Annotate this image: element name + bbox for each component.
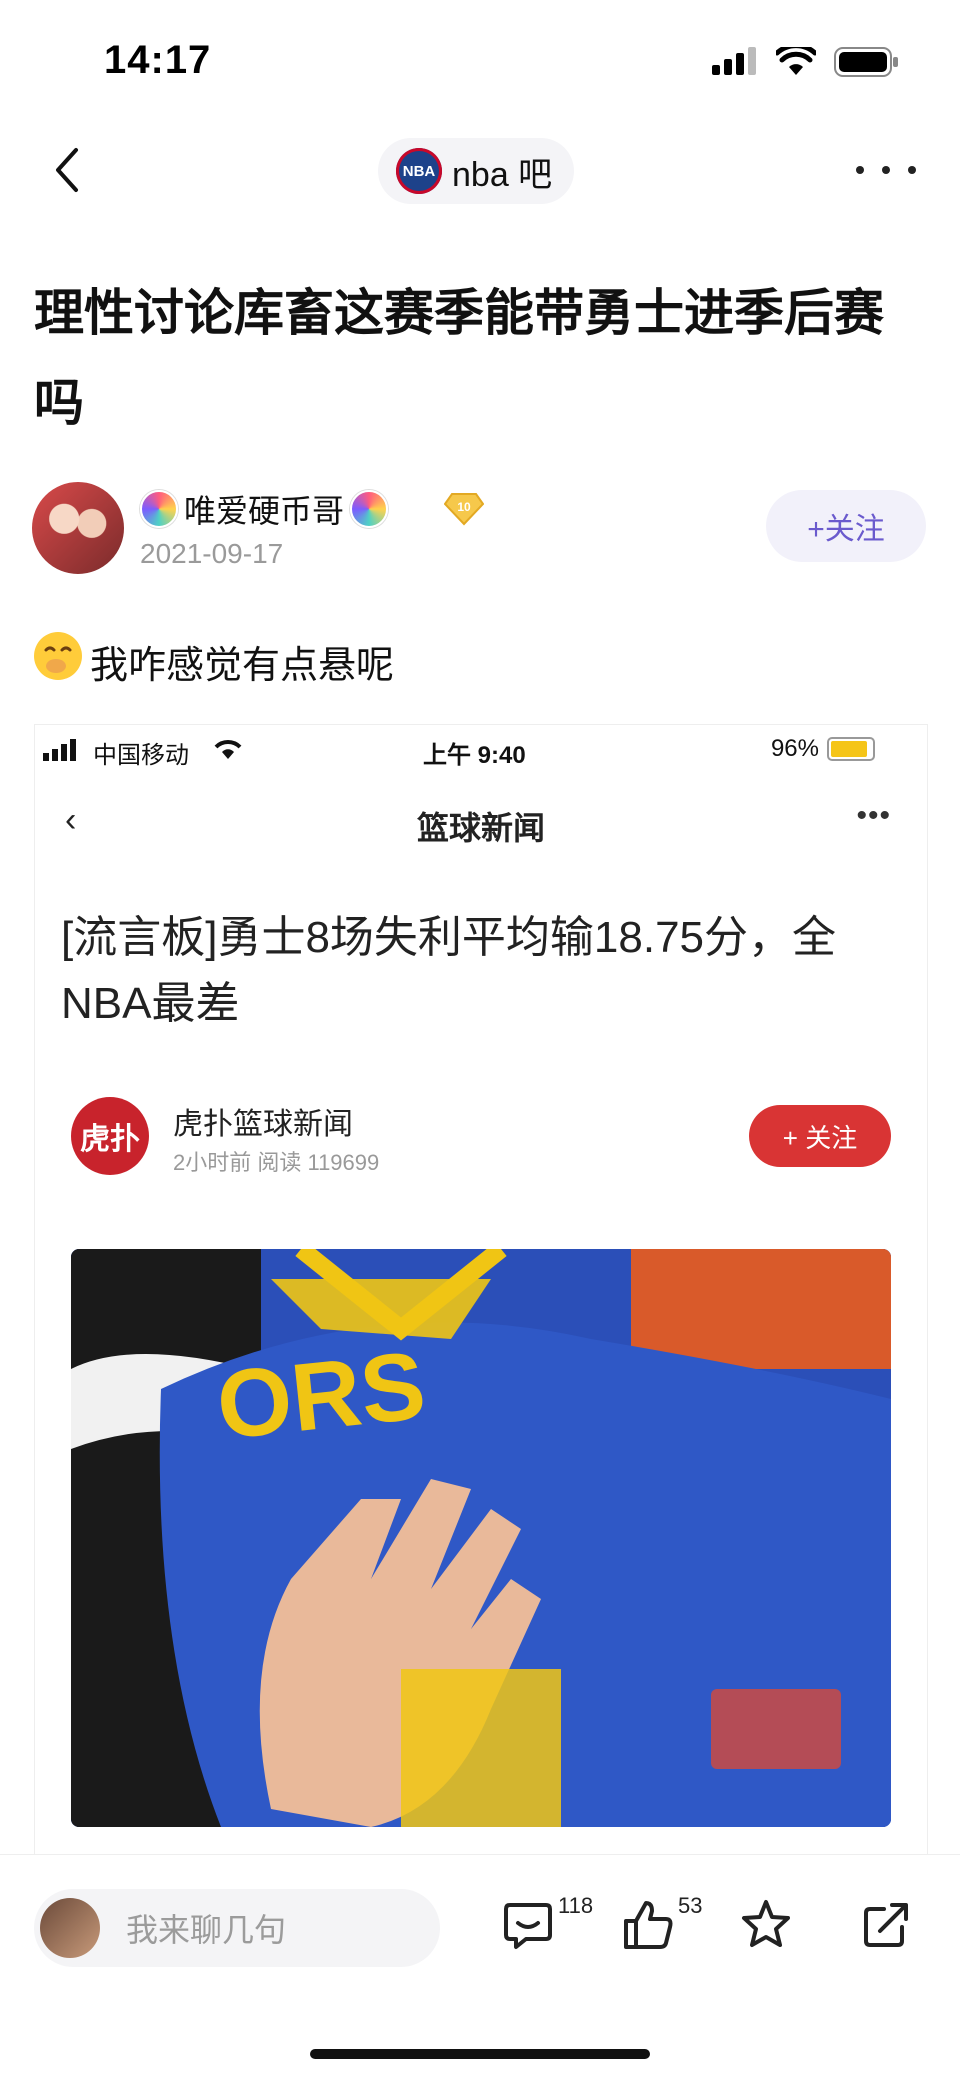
embedded-headline: [流言板]勇士8场失利平均输18.75分，全NBA最差 [61,913,837,1028]
status-icons [710,46,900,78]
cellular-signal-icon [43,739,76,761]
embedded-battery-percent: 96% [770,735,819,762]
level-badge-icon: 10 [444,493,484,526]
wifi-icon [214,740,242,759]
nba-logo-icon: NBA [396,148,442,194]
towel-lettering: ORS [212,1332,430,1460]
bottom-action-bar: 我来聊几句 118 53 [0,1854,960,2079]
forum-name: nba 吧 [452,155,553,194]
reply-input[interactable]: 我来聊几句 [34,1889,440,1967]
comment-icon [504,1903,552,1949]
thumbs-up-icon [624,1901,673,1949]
back-button[interactable] [46,140,86,200]
comment-count: 118 [558,1893,594,1918]
avatar [30,480,126,576]
star-icon [742,1900,790,1947]
hupu-logo-icon: 虎扑 [71,1097,149,1175]
author-avatar[interactable] [30,480,126,576]
share-icon [864,1903,908,1947]
like-count: 53 [678,1893,703,1918]
post-date: 2021-09-17 [140,538,284,569]
chevron-left-icon [56,148,78,192]
dot-icon [856,166,864,174]
home-indicator [310,2049,650,2059]
reply-placeholder: 我来聊几句 [126,1912,287,1948]
embedded-source-meta: 2小时前 阅读 119699 [173,1150,380,1175]
follow-button[interactable]: +关注 [766,490,926,562]
battery-icon [834,47,898,77]
status-time: 14:17 [104,38,212,82]
embedded-battery: 96% [771,735,875,763]
post-body-text: 我咋感觉有点悬呢 [90,645,395,687]
warriors-player-photo: ORS [71,1249,891,1827]
comment-button[interactable]: 118 [500,1893,593,1967]
lollipop-icon [140,490,178,528]
wifi-icon [776,47,816,75]
level-number: 10 [457,500,471,514]
embedded-time: 上午 9:40 [423,742,526,769]
user-avatar [40,1898,100,1958]
embedded-source-name: 虎扑篮球新闻 [173,1108,353,1141]
more-options-button[interactable] [856,150,916,190]
embedded-status-bar: 中国移动 上午 9:40 96% [35,735,927,775]
embedded-carrier: 中国移动 [93,742,189,769]
like-button[interactable]: 53 [620,1893,702,1967]
author-name-row[interactable]: 唯爱硬币哥 [140,486,389,532]
embedded-follow-button: + 关注 [749,1105,891,1167]
forum-link[interactable]: NBA nba 吧 [378,138,575,204]
battery-icon [827,737,875,761]
share-button[interactable] [858,1897,914,1967]
thinking-emoji-icon [34,632,82,680]
embedded-screenshot-image[interactable]: 中国移动 上午 9:40 96% ‹ 篮球新闻 ••• [流言板]勇士8场失利平… [34,724,928,1856]
towel-photo-illustration: ORS [71,1249,891,1827]
lollipop-icon [350,490,389,528]
cellular-signal-icon [712,47,756,75]
embedded-more-icon: ••• [856,799,891,832]
dot-icon [882,166,890,174]
embedded-nav-title: 篮球新闻 [416,810,545,846]
dot-icon [908,166,916,174]
post-title: 理性讨论库畜这赛季能带勇士进季后赛吗 [34,285,884,431]
favorite-button[interactable] [738,1897,794,1967]
author-name: 唯爱硬币哥 [184,493,345,529]
